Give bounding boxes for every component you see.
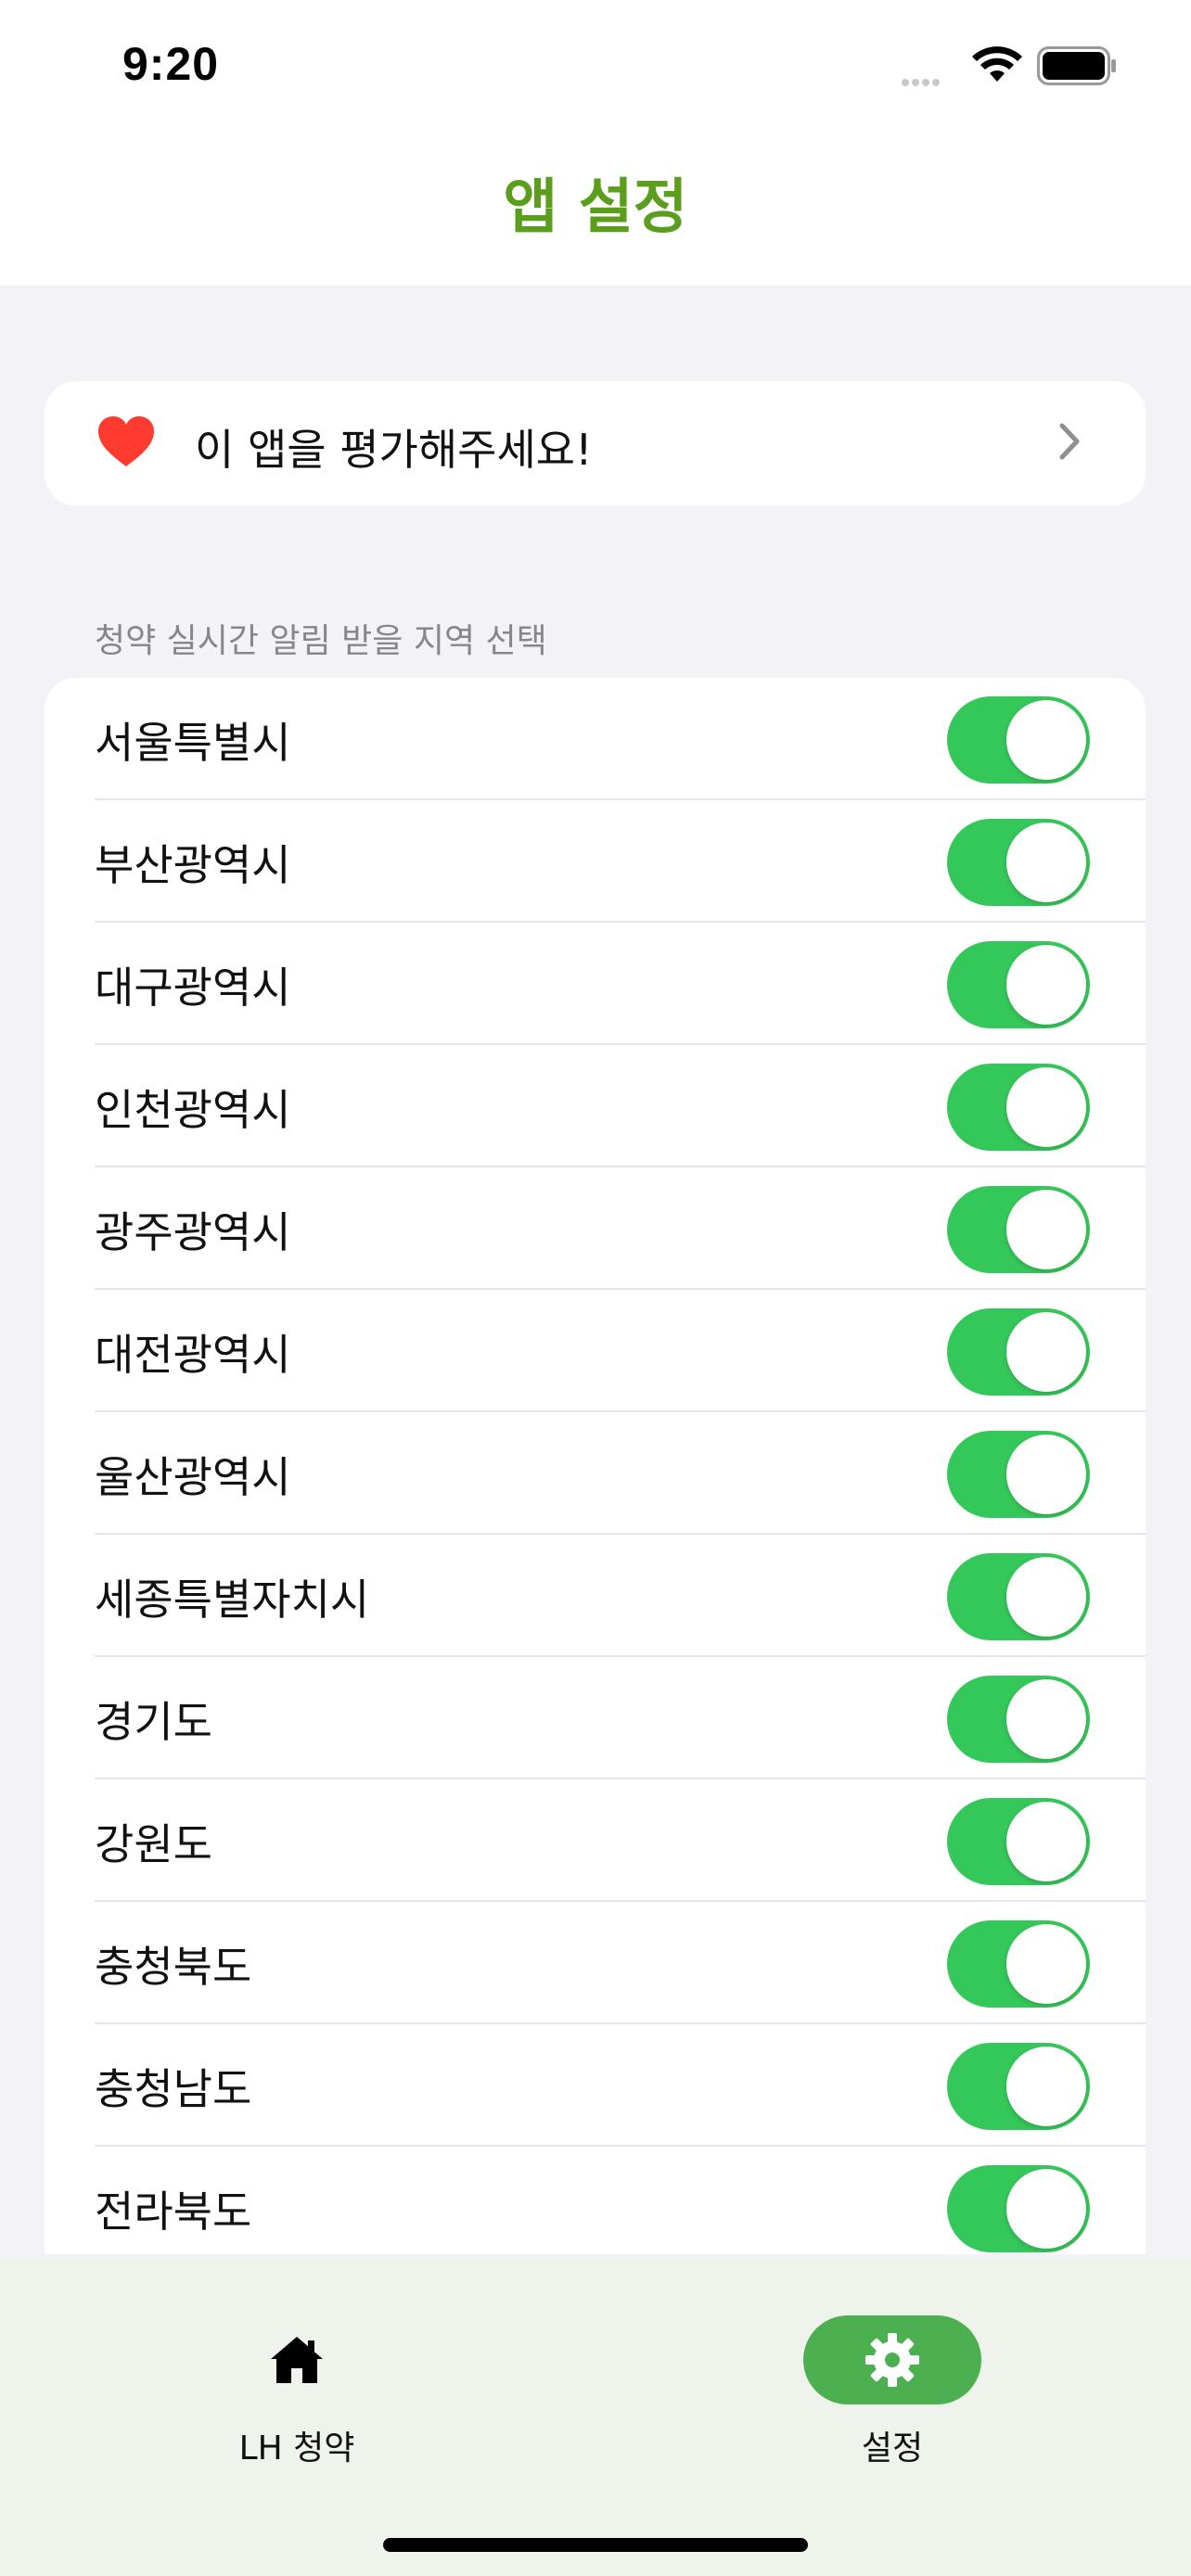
region-name: 울산광역시 [95, 1452, 291, 1502]
tab-home[interactable]: LH 청약 [158, 2297, 436, 2468]
toggle-knob [1006, 1435, 1086, 1514]
region-name: 경기도 [95, 1697, 212, 1747]
region-name: 대전광역시 [95, 1330, 291, 1380]
region-row: 경기도 [45, 1657, 1146, 1779]
toggle-knob [1006, 1924, 1086, 2004]
region-name: 충청남도 [95, 2064, 252, 2114]
home-indicator [383, 2538, 808, 2552]
toggle-knob [1006, 945, 1086, 1025]
wifi-icon [971, 45, 1023, 87]
toggle-knob [1006, 1802, 1086, 1881]
region-row: 충청북도 [45, 1902, 1146, 2024]
region-row: 세종특별자치시 [45, 1535, 1146, 1657]
region-name: 대구광역시 [95, 963, 291, 1013]
region-row: 서울특별시 [45, 678, 1146, 800]
region-toggle[interactable] [947, 696, 1090, 784]
tab-bar: LH 청약 설정 [0, 2258, 1191, 2576]
region-toggle[interactable] [947, 1308, 1090, 1396]
toggle-knob [1006, 1067, 1086, 1147]
region-name: 세종특별자치시 [95, 1575, 370, 1625]
region-row: 전라북도 [45, 2147, 1146, 2254]
region-row: 충청남도 [45, 2024, 1146, 2147]
region-name: 부산광역시 [95, 840, 291, 890]
region-toggle[interactable] [947, 2165, 1090, 2252]
region-toggle[interactable] [947, 1676, 1090, 1763]
region-row: 인천광역시 [45, 1045, 1146, 1167]
battery-full-icon [1037, 46, 1117, 89]
region-toggle[interactable] [947, 1920, 1090, 2008]
region-name: 인천광역시 [95, 1085, 291, 1135]
region-row: 부산광역시 [45, 800, 1146, 923]
region-toggle[interactable] [947, 1186, 1090, 1273]
region-list: 서울특별시 부산광역시 대구광역시 인천광역시 광주광역시 대전광역시 울산광역… [45, 678, 1146, 2254]
region-toggle[interactable] [947, 941, 1090, 1028]
tab-home-label: LH 청약 [238, 2429, 355, 2468]
gear-icon [803, 2315, 981, 2404]
region-toggle[interactable] [947, 2043, 1090, 2130]
region-name: 전라북도 [95, 2187, 252, 2237]
toggle-knob [1006, 1557, 1086, 1637]
region-row: 광주광역시 [45, 1167, 1146, 1290]
region-row: 대구광역시 [45, 923, 1146, 1045]
toggle-knob [1006, 1190, 1086, 1269]
rate-app-row[interactable]: 이 앱을 평가해주세요! [45, 381, 1146, 505]
toggle-knob [1006, 823, 1086, 902]
toggle-knob [1006, 2169, 1086, 2249]
region-name: 충청북도 [95, 1942, 252, 1992]
tab-settings[interactable]: 설정 [753, 2297, 1031, 2468]
home-icon [208, 2315, 386, 2404]
toggle-knob [1006, 1679, 1086, 1759]
chevron-right-icon [1057, 422, 1082, 465]
region-toggle[interactable] [947, 1798, 1090, 1885]
status-time: 9:20 [122, 38, 220, 90]
region-row: 강원도 [45, 1779, 1146, 1902]
section-header: 청약 실시간 알림 받을 지역 선택 [95, 622, 547, 660]
region-row: 울산광역시 [45, 1412, 1146, 1535]
status-bar: 9:20 [0, 0, 1191, 139]
region-row: 대전광역시 [45, 1290, 1146, 1412]
cellular-signal-icon [902, 72, 942, 90]
toggle-knob [1006, 1312, 1086, 1392]
heart-icon [96, 414, 156, 472]
region-toggle[interactable] [947, 1064, 1090, 1151]
region-name: 서울특별시 [95, 718, 291, 768]
tab-settings-label: 설정 [861, 2429, 924, 2468]
region-name: 강원도 [95, 1819, 212, 1869]
rate-app-label: 이 앱을 평가해주세요! [195, 425, 593, 475]
toggle-knob [1006, 700, 1086, 780]
region-toggle[interactable] [947, 1431, 1090, 1518]
page-title: 앱 설정 [503, 173, 688, 242]
region-toggle[interactable] [947, 819, 1090, 906]
region-name: 광주광역시 [95, 1207, 291, 1257]
region-toggle[interactable] [947, 1553, 1090, 1640]
toggle-knob [1006, 2047, 1086, 2126]
nav-header: 앱 설정 [0, 139, 1191, 286]
